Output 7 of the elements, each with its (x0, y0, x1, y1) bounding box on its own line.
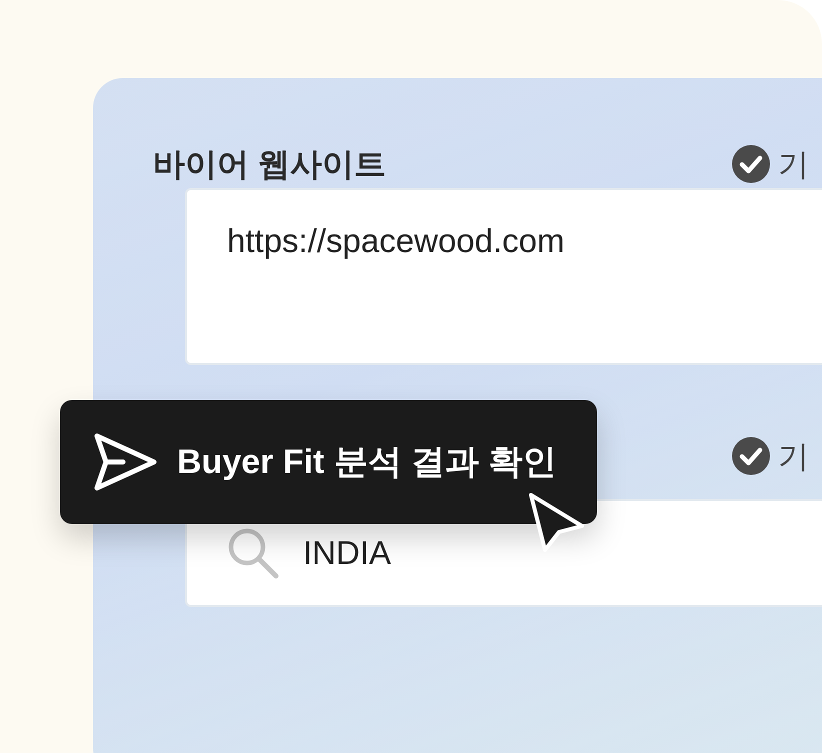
search-icon (227, 527, 279, 579)
section-title: 바이어 웹사이트 (153, 148, 387, 180)
badge-label: 기 (778, 440, 809, 472)
badge-label: 기 (778, 148, 809, 180)
analysis-button[interactable]: Buyer Fit 분석 결과 확인 (60, 400, 597, 524)
send-icon (93, 433, 157, 491)
url-field[interactable]: https://spacewood.com (185, 188, 822, 365)
